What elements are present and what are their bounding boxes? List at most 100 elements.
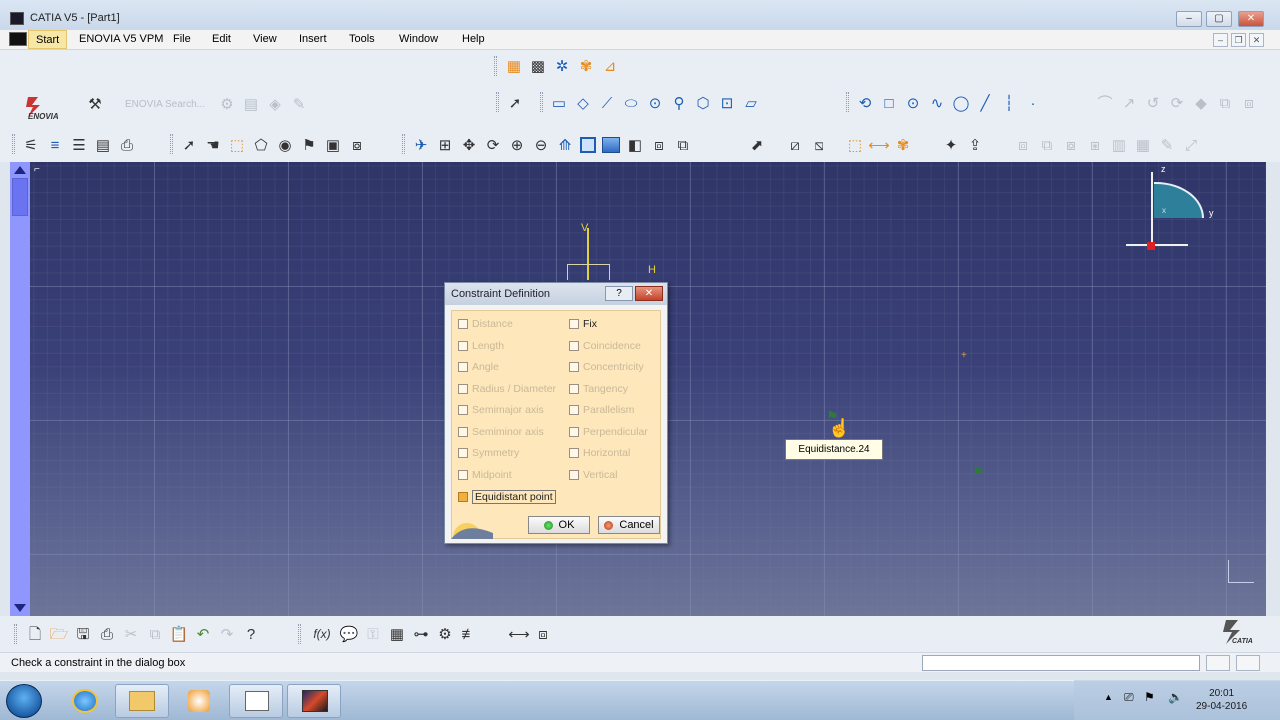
shading-icon[interactable]: ◧ <box>626 136 644 154</box>
toolbar-grip[interactable] <box>170 134 173 154</box>
checkbox-vertical[interactable]: Vertical <box>569 469 617 481</box>
measure-item-icon[interactable]: ⧈ <box>534 625 552 643</box>
measure-between-icon[interactable]: ⟷ <box>508 625 530 643</box>
minimize-button[interactable]: – <box>1176 11 1202 27</box>
checkbox-perpendicular[interactable]: Perpendicular <box>569 426 648 438</box>
profile-icon[interactable]: ⟲ <box>856 94 874 112</box>
paint-select-icon[interactable]: ◉ <box>276 136 294 154</box>
windows-start-button[interactable] <box>6 684 42 718</box>
corner-icon[interactable]: ⌒ <box>1096 94 1114 112</box>
fly-mode-icon[interactable]: ✈ <box>412 136 430 154</box>
checkbox-parallelism[interactable]: Parallelism <box>569 404 634 416</box>
enovia-tool-icon[interactable]: ⚒ <box>86 95 104 113</box>
toolbar-grip[interactable] <box>496 92 499 112</box>
whats-this-icon[interactable]: ? <box>242 625 260 643</box>
table-icon[interactable]: ▦ <box>388 625 406 643</box>
swap-space-icon[interactable]: ⧉ <box>674 136 692 154</box>
hand-select-icon[interactable]: ☚ <box>204 136 222 154</box>
dialog-close-button[interactable]: ✕ <box>635 286 663 301</box>
tree-icon[interactable]: ⚟ <box>22 136 40 154</box>
disabled-tool-2-icon[interactable]: ⧉ <box>1038 136 1056 154</box>
status-button-1[interactable] <box>1206 655 1230 671</box>
rectangle-icon[interactable]: ▭ <box>550 94 568 112</box>
checkbox-length[interactable]: Length <box>458 340 504 352</box>
tree-structure-icon[interactable]: ⊶ <box>412 625 430 643</box>
list-icon[interactable]: ≡ <box>46 136 64 154</box>
new-file-icon[interactable]: 🗋 <box>26 625 44 643</box>
maximize-button[interactable]: ▢ <box>1206 11 1232 27</box>
menu-tools[interactable]: Tools <box>349 33 375 45</box>
construction-element-icon[interactable]: ✲ <box>553 57 571 75</box>
grid-icon[interactable]: ▦ <box>505 57 523 75</box>
checkbox-coincidence[interactable]: Coincidence <box>569 340 641 352</box>
rotate-icon[interactable]: ⟳ <box>484 136 502 154</box>
circle-center-icon[interactable]: ⊙ <box>904 94 922 112</box>
enovia-tool-2-icon[interactable]: ⚙ <box>218 95 236 113</box>
parallelogram-icon[interactable]: ▱ <box>742 94 760 112</box>
checkbox-angle[interactable]: Angle <box>458 361 499 373</box>
toolbar-grip[interactable] <box>494 56 497 76</box>
dialog-help-button[interactable]: ? <box>605 286 633 301</box>
line-icon[interactable]: ╱ <box>976 94 994 112</box>
zoom-out-icon[interactable]: ⊖ <box>532 136 550 154</box>
cancel-button[interactable]: Cancel <box>598 516 660 534</box>
taskbar-clock[interactable]: 20:01 29-04-2016 <box>1196 687 1247 713</box>
disabled-tool-7-icon[interactable]: ✎ <box>1158 136 1176 154</box>
chamfer-icon[interactable]: ↗ <box>1120 94 1138 112</box>
multi-view-icon[interactable] <box>580 137 596 153</box>
fit-all-icon[interactable]: ⊞ <box>436 136 454 154</box>
checkbox-concentricity[interactable]: Concentricity <box>569 361 644 373</box>
constraint-dialog-icon[interactable]: ⬚ <box>846 136 864 154</box>
enovia-tool-5-icon[interactable]: ✎ <box>290 95 308 113</box>
command-input[interactable] <box>922 655 1200 671</box>
scroll-up-icon[interactable] <box>14 166 26 174</box>
doc-restore-button[interactable]: ❐ <box>1231 33 1246 47</box>
checkbox-symmetry[interactable]: Symmetry <box>458 447 519 459</box>
toolbar-grip[interactable] <box>298 624 301 644</box>
disabled-tool-6-icon[interactable]: ▦ <box>1134 136 1152 154</box>
checkbox-midpoint[interactable]: Midpoint <box>458 469 512 481</box>
rect-icon[interactable]: □ <box>880 94 898 112</box>
menu-enovia[interactable]: ENOVIA V5 VPM <box>79 33 163 45</box>
animate-constraint-icon[interactable]: ✦ <box>942 136 960 154</box>
iso-view-icon[interactable] <box>602 137 620 153</box>
image-capture-icon[interactable]: ⎙ <box>118 136 136 154</box>
spec-icon[interactable]: ☰ <box>70 136 88 154</box>
intersect-icon[interactable]: ⧈ <box>1240 94 1258 112</box>
toolbar-grip[interactable] <box>12 134 15 154</box>
ie-icon[interactable] <box>58 684 112 718</box>
menu-help[interactable]: Help <box>462 33 485 45</box>
scroll-down-icon[interactable] <box>14 604 26 612</box>
dimensional-constraints-icon[interactable]: ⊿ <box>601 57 619 75</box>
measure-icon[interactable]: ≢ <box>460 625 478 643</box>
disabled-tool-5-icon[interactable]: ▥ <box>1110 136 1128 154</box>
comment-icon[interactable]: 💬 <box>340 625 359 643</box>
open-file-icon[interactable]: 🗁 <box>50 625 69 643</box>
menu-edit[interactable]: Edit <box>212 33 231 45</box>
spline-icon[interactable]: ∿ <box>928 94 946 112</box>
menu-insert[interactable]: Insert <box>299 33 327 45</box>
menu-file[interactable]: File <box>173 33 191 45</box>
constraint-symbol-2-icon[interactable]: ⚑ <box>972 464 985 481</box>
disabled-tool-1-icon[interactable]: ⧈ <box>1014 136 1032 154</box>
constraint-icon[interactable]: ⟷ <box>868 136 890 154</box>
checkbox-equidistant-point[interactable]: Equidistant point <box>458 490 556 504</box>
enovia-tool-3-icon[interactable]: ▤ <box>242 95 260 113</box>
disabled-tool-3-icon[interactable]: ⧇ <box>1062 136 1080 154</box>
project-icon[interactable]: ◆ <box>1192 94 1210 112</box>
enovia-search-field[interactable]: ENOVIA Search... <box>125 99 205 110</box>
pan-icon[interactable]: ✥ <box>460 136 478 154</box>
pointer-icon[interactable]: ➚ <box>180 136 198 154</box>
lock-icon[interactable]: ⚿ <box>364 625 382 643</box>
undo-icon[interactable]: ↶ <box>194 625 212 643</box>
point-icon[interactable]: · <box>1024 94 1042 112</box>
menu-view[interactable]: View <box>253 33 277 45</box>
snap-to-point-icon[interactable]: ▩ <box>529 57 547 75</box>
enovia-tool-4-icon[interactable]: ◈ <box>266 95 284 113</box>
close-button[interactable]: ✕ <box>1238 11 1264 27</box>
tray-arrow-icon[interactable]: ▲ <box>1104 692 1113 702</box>
toolbar-grip[interactable] <box>846 92 849 112</box>
cut-part-icon[interactable]: ⧄ <box>786 136 804 154</box>
tray-device-icon[interactable]: ⎚ <box>1124 690 1134 705</box>
polyline-icon[interactable]: ⟋ <box>598 94 616 112</box>
